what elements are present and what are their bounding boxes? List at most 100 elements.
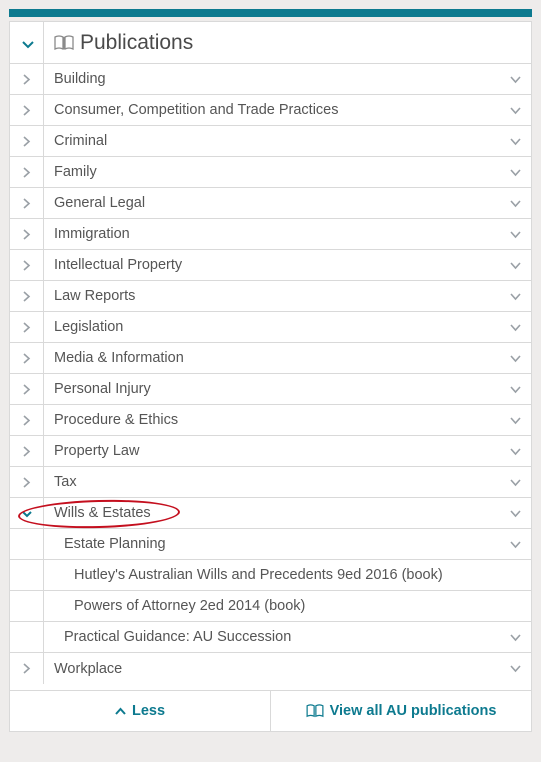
chevron-down-icon xyxy=(510,632,521,643)
indent-spacer xyxy=(10,529,44,559)
expand-chevron[interactable] xyxy=(500,405,531,435)
chevron-right-icon xyxy=(21,353,32,364)
panel-collapse-toggle[interactable] xyxy=(10,22,44,63)
expand-chevron[interactable] xyxy=(500,126,531,156)
expand-chevron[interactable] xyxy=(500,467,531,497)
expand-chevron[interactable] xyxy=(500,498,531,528)
chevron-down-icon xyxy=(510,415,521,426)
view-all-label: View all AU publications xyxy=(330,703,497,719)
category-tax[interactable]: Tax xyxy=(10,467,531,498)
subitem-hutleys[interactable]: Hutley's Australian Wills and Precedents… xyxy=(10,560,531,591)
category-label: Immigration xyxy=(54,226,490,242)
category-label: Workplace xyxy=(54,661,490,677)
category-immigration[interactable]: Immigration xyxy=(10,219,531,250)
category-intellectual-property[interactable]: Intellectual Property xyxy=(10,250,531,281)
category-label: Property Law xyxy=(54,443,490,459)
expand-chevron[interactable] xyxy=(500,653,531,684)
expand-toggle[interactable] xyxy=(10,157,44,187)
chevron-right-icon xyxy=(21,260,32,271)
category-property-law[interactable]: Property Law xyxy=(10,436,531,467)
expand-chevron[interactable] xyxy=(500,312,531,342)
expand-toggle[interactable] xyxy=(10,95,44,125)
category-legislation[interactable]: Legislation xyxy=(10,312,531,343)
expand-chevron[interactable] xyxy=(500,250,531,280)
chevron-down-icon xyxy=(510,136,521,147)
expand-toggle[interactable] xyxy=(10,405,44,435)
expand-chevron[interactable] xyxy=(500,157,531,187)
indent-spacer xyxy=(10,622,44,652)
expand-chevron[interactable] xyxy=(500,95,531,125)
category-building[interactable]: Building xyxy=(10,64,531,95)
category-label: Media & Information xyxy=(54,350,490,366)
expand-chevron[interactable] xyxy=(500,188,531,218)
expand-toggle[interactable] xyxy=(10,653,44,684)
less-button[interactable]: Less xyxy=(10,691,271,731)
chevron-down-icon xyxy=(510,260,521,271)
publications-header: Publications xyxy=(10,22,531,64)
subitem-estate-planning[interactable]: Estate Planning xyxy=(10,529,531,560)
category-label: Criminal xyxy=(54,133,490,149)
chevron-right-icon xyxy=(21,322,32,333)
chevron-right-icon xyxy=(21,229,32,240)
chevron-right-icon xyxy=(21,663,32,674)
category-label: Law Reports xyxy=(54,288,490,304)
expand-toggle[interactable] xyxy=(10,126,44,156)
category-workplace[interactable]: Workplace xyxy=(10,653,531,684)
category-wills-estates[interactable]: Wills & Estates xyxy=(10,498,531,529)
subitem-practical-guidance[interactable]: Practical Guidance: AU Succession xyxy=(10,622,531,653)
category-personal-injury[interactable]: Personal Injury xyxy=(10,374,531,405)
chevron-down-icon xyxy=(510,663,521,674)
expand-toggle[interactable] xyxy=(10,343,44,373)
category-label: General Legal xyxy=(54,195,490,211)
category-criminal[interactable]: Criminal xyxy=(10,126,531,157)
category-label: Procedure & Ethics xyxy=(54,412,490,428)
chevron-down-icon xyxy=(510,539,521,550)
category-label: Personal Injury xyxy=(54,381,490,397)
chevron-down-icon xyxy=(510,446,521,457)
expand-chevron[interactable] xyxy=(500,343,531,373)
expand-toggle[interactable] xyxy=(10,436,44,466)
indent-spacer xyxy=(10,591,44,621)
category-label: Family xyxy=(54,164,490,180)
category-consumer[interactable]: Consumer, Competition and Trade Practice… xyxy=(10,95,531,126)
category-media-information[interactable]: Media & Information xyxy=(10,343,531,374)
category-law-reports[interactable]: Law Reports xyxy=(10,281,531,312)
expand-chevron[interactable] xyxy=(500,64,531,94)
subitem-label: Practical Guidance: AU Succession xyxy=(64,629,490,645)
expand-toggle[interactable] xyxy=(10,188,44,218)
expand-chevron[interactable] xyxy=(500,281,531,311)
expand-chevron[interactable] xyxy=(500,374,531,404)
publications-icon xyxy=(54,35,74,51)
expand-toggle[interactable] xyxy=(10,281,44,311)
chevron-down-icon xyxy=(510,74,521,85)
expand-toggle[interactable] xyxy=(10,467,44,497)
chevron-down-icon xyxy=(21,37,32,48)
expand-chevron[interactable] xyxy=(500,529,531,559)
chevron-up-icon xyxy=(115,706,126,717)
chevron-right-icon xyxy=(21,167,32,178)
collapse-toggle[interactable] xyxy=(10,498,44,528)
publications-panel: Publications Building Consumer, Competit… xyxy=(9,21,532,732)
chevron-right-icon xyxy=(21,446,32,457)
expand-toggle[interactable] xyxy=(10,219,44,249)
chevron-down-icon xyxy=(21,508,32,519)
expand-toggle[interactable] xyxy=(10,312,44,342)
expand-toggle[interactable] xyxy=(10,250,44,280)
category-label: Legislation xyxy=(54,319,490,335)
chevron-down-icon xyxy=(510,477,521,488)
expand-toggle[interactable] xyxy=(10,64,44,94)
category-procedure-ethics[interactable]: Procedure & Ethics xyxy=(10,405,531,436)
less-label: Less xyxy=(132,703,165,719)
view-all-button[interactable]: View all AU publications xyxy=(271,691,531,731)
chevron-right-icon xyxy=(21,477,32,488)
expand-chevron[interactable] xyxy=(500,219,531,249)
category-general-legal[interactable]: General Legal xyxy=(10,188,531,219)
category-family[interactable]: Family xyxy=(10,157,531,188)
expand-chevron[interactable] xyxy=(500,622,531,652)
expand-toggle[interactable] xyxy=(10,374,44,404)
expand-chevron[interactable] xyxy=(500,436,531,466)
subitem-label: Powers of Attorney 2ed 2014 (book) xyxy=(74,598,521,614)
panel-title: Publications xyxy=(80,31,193,55)
subitem-powers-of-attorney[interactable]: Powers of Attorney 2ed 2014 (book) xyxy=(10,591,531,622)
chevron-down-icon xyxy=(510,384,521,395)
